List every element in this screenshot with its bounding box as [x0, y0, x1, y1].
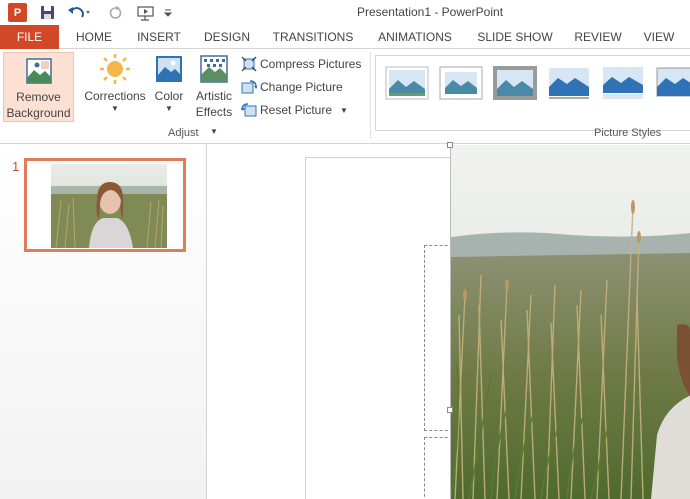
- remove-background-label-2: Background: [6, 106, 71, 120]
- change-picture-label: Change Picture: [260, 80, 343, 94]
- corrections-label: Corrections: [84, 89, 146, 103]
- title-bar: P Presentation1 - PowerPoint: [0, 0, 690, 25]
- picture-style-3[interactable]: [492, 65, 538, 101]
- thumbnail-photo: [51, 164, 167, 248]
- adjust-group-label: Adjust: [168, 127, 199, 139]
- tab-design[interactable]: DESIGN: [198, 25, 256, 49]
- slide-thumbnail-1[interactable]: [24, 158, 186, 252]
- picture-style-1[interactable]: [384, 65, 430, 101]
- slide-number: 1: [12, 159, 20, 174]
- selected-picture[interactable]: [450, 145, 690, 499]
- group-separator: [370, 52, 371, 138]
- compress-pictures-button[interactable]: Compress Pictures: [241, 54, 361, 74]
- picture-style-2[interactable]: [438, 65, 484, 101]
- tab-animations[interactable]: ANIMATIONS: [369, 25, 461, 49]
- sun-icon: [100, 54, 130, 84]
- compress-pictures-icon: [241, 56, 257, 72]
- tab-slide-show[interactable]: SLIDE SHOW: [472, 25, 558, 49]
- ribbon: Remove Background Corrections ▼ Color ▼: [0, 49, 690, 144]
- chevron-down-icon: ▼: [165, 104, 173, 113]
- picture-style-4[interactable]: [546, 65, 592, 101]
- resize-handle-top-left[interactable]: [447, 142, 453, 148]
- picture-styles-group-label: Picture Styles: [594, 127, 662, 139]
- window-title: Presentation1 - PowerPoint: [356, 5, 504, 19]
- compress-pictures-label: Compress Pictures: [260, 57, 362, 71]
- color-button[interactable]: Color ▼: [150, 53, 188, 123]
- remove-background-button[interactable]: Remove Background: [3, 52, 74, 122]
- picture-style-6[interactable]: [654, 65, 690, 101]
- artistic-effects-icon: [200, 55, 228, 83]
- remove-background-icon: [25, 58, 52, 84]
- tab-view[interactable]: VIEW: [638, 25, 680, 49]
- artistic-effects-label-1: Artistic: [196, 89, 232, 103]
- change-picture-button[interactable]: Change Picture: [241, 77, 343, 97]
- tab-home[interactable]: HOME: [68, 25, 120, 49]
- tab-insert[interactable]: INSERT: [130, 25, 188, 49]
- picture-style-5[interactable]: [600, 65, 646, 101]
- color-label: Color: [154, 89, 184, 103]
- artistic-effects-button[interactable]: Artistic Effects ▼: [191, 53, 237, 136]
- chevron-down-icon: ▼: [111, 104, 119, 113]
- tab-file[interactable]: FILE: [0, 25, 59, 49]
- corrections-button[interactable]: Corrections ▼: [82, 53, 148, 123]
- resize-handle-middle-left[interactable]: [447, 407, 453, 413]
- reset-picture-label: Reset Picture: [260, 103, 333, 117]
- change-picture-icon: [241, 80, 257, 94]
- tab-transitions[interactable]: TRANSITIONS: [268, 25, 358, 49]
- slide-editing-area: [208, 142, 690, 499]
- reset-picture-icon: [241, 103, 257, 117]
- photo: [451, 145, 690, 499]
- ribbon-tabs: FILE HOME INSERT DESIGN TRANSITIONS ANIM…: [0, 25, 690, 49]
- tab-review[interactable]: REVIEW: [570, 25, 626, 49]
- remove-background-label-1: Remove: [16, 90, 61, 104]
- slide-thumbnail-pane: 1: [0, 145, 207, 499]
- color-icon: [156, 56, 182, 82]
- chevron-down-icon: ▼: [210, 127, 218, 136]
- chevron-down-icon[interactable]: ▼: [340, 106, 348, 115]
- reset-picture-button[interactable]: Reset Picture ▼: [241, 100, 348, 120]
- picture-styles-gallery: [375, 55, 690, 131]
